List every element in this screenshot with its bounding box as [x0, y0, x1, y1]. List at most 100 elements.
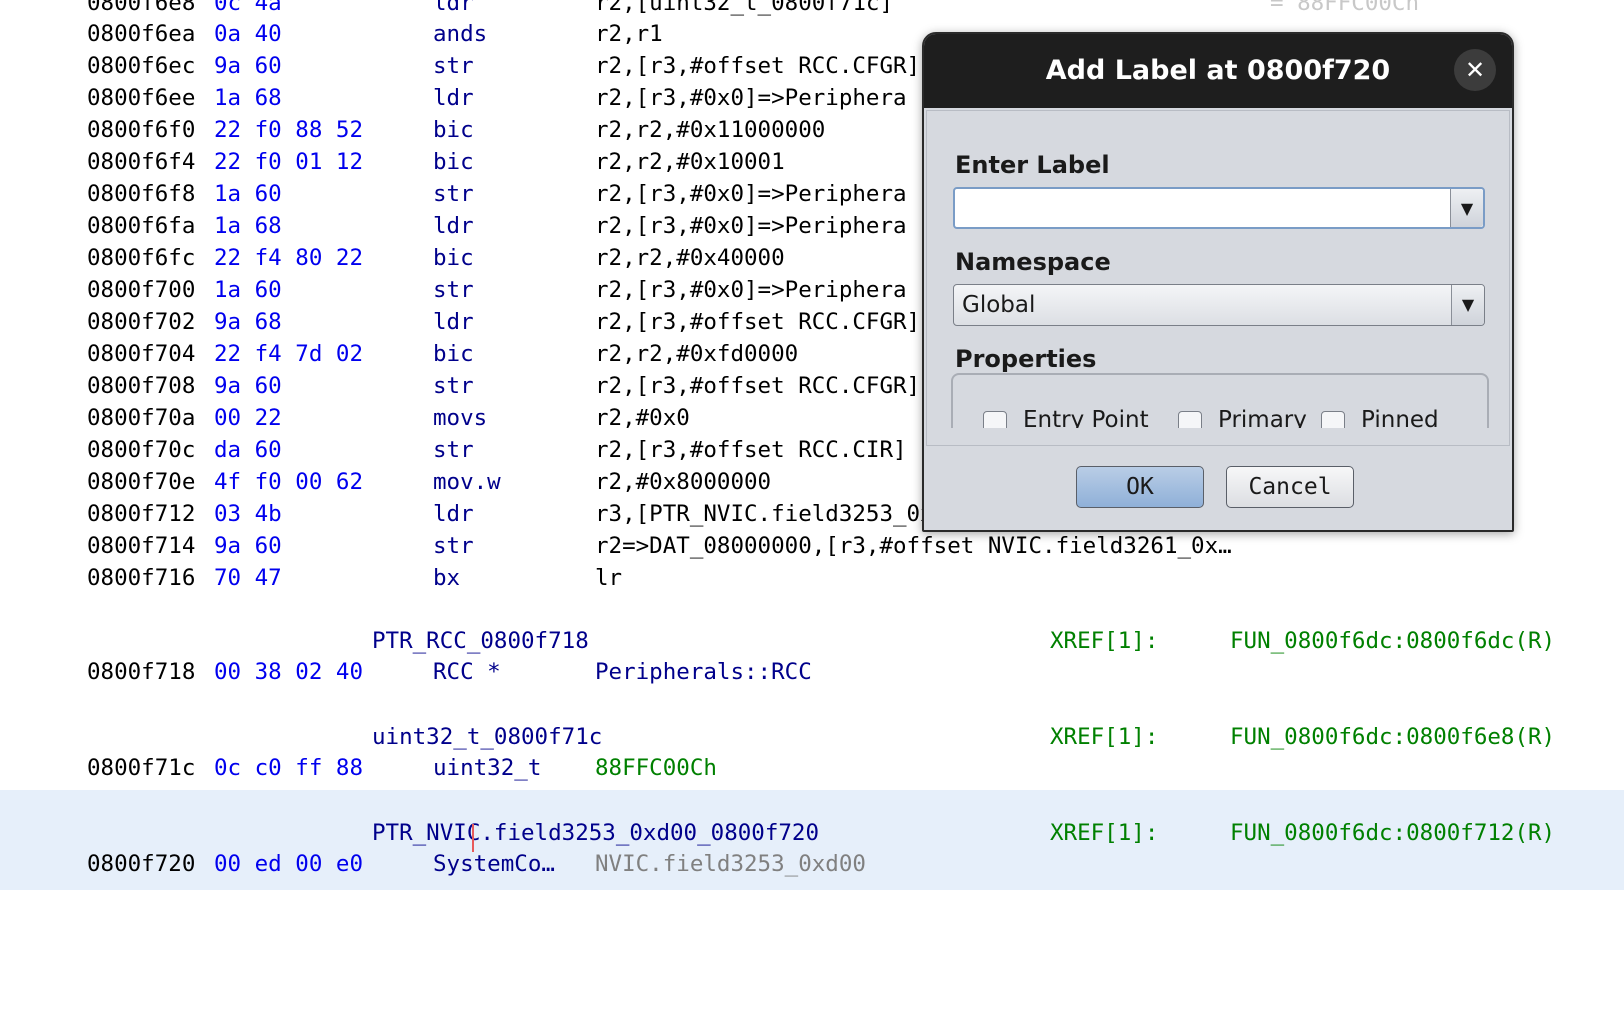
row-bytes: 1a 68 [214, 213, 282, 239]
checkbox-label: Entry Point [1023, 407, 1149, 428]
row-address: 0800f70a [87, 405, 196, 431]
row-address: 0800f714 [87, 533, 196, 559]
row-operands: lr [595, 565, 623, 591]
listing-row-partial[interactable]: 0800f6e8 0c 4a ldr r2,[uint32_t_0800f71c… [0, 0, 1624, 19]
row-address: 0800f6f4 [87, 149, 196, 175]
namespace-select[interactable]: Global ▼ [953, 284, 1485, 326]
row-bytes: 00 38 02 40 [214, 659, 364, 685]
dialog-title: Add Label at 0800f720 [1045, 55, 1391, 86]
chevron-down-icon[interactable]: ▼ [1451, 285, 1484, 325]
cancel-button[interactable]: Cancel [1226, 466, 1354, 508]
row-mnemonic: ldr [433, 0, 474, 16]
row-bytes: 00 ed 00 e0 [214, 851, 364, 877]
checkbox-box[interactable] [1321, 411, 1345, 428]
row-bytes: 22 f4 7d 02 [214, 341, 364, 367]
text-cursor [472, 824, 474, 852]
ok-button[interactable]: OK [1076, 466, 1204, 508]
row-operands: r2,[r3,#offset RCC.CFGR] [595, 373, 921, 399]
row-operands: r2,[r3,#offset RCC.CIR] [595, 437, 907, 463]
xref-target[interactable]: FUN_0800f6dc:0800f6dc(R) [1230, 626, 1555, 657]
data-row[interactable]: 0800f720 00 ed 00 e0 SystemCo… NVIC.fiel… [0, 849, 1624, 880]
row-mnemonic: str [433, 277, 474, 303]
row-address: 0800f716 [87, 565, 196, 591]
row-operands: r2,[r3,#0x0]=>Periphera [595, 85, 907, 111]
row-address: 0800f6fc [87, 245, 196, 271]
row-address: 0800f720 [87, 851, 196, 877]
row-bytes: 9a 60 [214, 373, 282, 399]
row-address: 0800f700 [87, 277, 196, 303]
close-icon[interactable]: ✕ [1454, 49, 1496, 91]
row-operands: r2,r2,#0x10001 [595, 149, 785, 175]
row-operands: r2,[r3,#offset RCC.CFGR] [595, 309, 921, 335]
row-operands: r2,r2,#0xfd0000 [595, 341, 799, 367]
data-label[interactable]: uint32_t_0800f71c [372, 722, 602, 753]
dialog-content: Enter Label ▼ Namespace Global ▼ Propert… [926, 110, 1510, 446]
row-mnemonic: ands [433, 21, 488, 47]
enter-label-heading: Enter Label [955, 151, 1110, 179]
row-mnemonic: str [433, 533, 474, 559]
dialog-titlebar[interactable]: Add Label at 0800f720 ✕ [924, 34, 1512, 108]
row-bytes: 70 47 [214, 565, 282, 591]
row-mnemonic: ldr [433, 309, 474, 335]
row-bytes: 9a 68 [214, 309, 282, 335]
row-mnemonic: bic [433, 245, 474, 271]
row-mnemonic: mov.w [433, 469, 501, 495]
row-mnemonic: str [433, 373, 474, 399]
row-address: 0800f6e8 [87, 0, 196, 16]
checkbox-box[interactable] [983, 411, 1007, 428]
row-operands: r2,#0x8000000 [595, 469, 772, 495]
checkbox-box[interactable] [1178, 411, 1202, 428]
row-operands: r2=>DAT_08000000,[r3,#offset NVIC.field3… [595, 533, 1232, 559]
label-combo-input[interactable]: ▼ [953, 187, 1485, 229]
checkbox-label: Primary [1218, 407, 1307, 428]
row-mnemonic: bx [433, 565, 461, 591]
data-row[interactable]: 0800f718 00 38 02 40 RCC * Peripherals::… [0, 657, 1624, 688]
row-bytes: 1a 60 [214, 277, 282, 303]
row-comment: = 88FFC00Ch [1270, 0, 1420, 16]
row-bytes: 9a 60 [214, 53, 282, 79]
row-address: 0800f6ec [87, 53, 196, 79]
row-operands: r2,[r3,#offset RCC.CFGR] [595, 53, 921, 79]
row-address: 0800f70e [87, 469, 196, 495]
row-operands: r2,r1 [595, 21, 663, 47]
row-operands: r2,[r3,#0x0]=>Periphera [595, 213, 907, 239]
row-bytes: 0c c0 ff 88 [214, 755, 364, 781]
listing-row[interactable]: 0800f716 70 47 bx lr [0, 563, 1624, 594]
label-row-selected[interactable]: PTR_NVIC.field3253_0xd00_0800f720 XREF[1… [0, 818, 1624, 849]
xref-target[interactable]: FUN_0800f6dc:0800f712(R) [1230, 818, 1555, 849]
row-address: 0800f6ea [87, 21, 196, 47]
row-address: 0800f70c [87, 437, 196, 463]
row-mnemonic: ldr [433, 213, 474, 239]
checkbox-label: Pinned [1361, 407, 1439, 428]
label-row[interactable]: uint32_t_0800f71c XREF[1]: FUN_0800f6dc:… [0, 722, 1624, 753]
row-mnemonic: ldr [433, 85, 474, 111]
xref-label: XREF[1]: [1050, 820, 1159, 846]
xref-target[interactable]: FUN_0800f6dc:0800f6e8(R) [1230, 722, 1555, 753]
row-mnemonic: bic [433, 117, 474, 143]
ok-label: OK [1126, 474, 1154, 500]
data-row[interactable]: 0800f71c 0c c0 ff 88 uint32_t 88FFC00Ch [0, 753, 1624, 784]
data-value[interactable]: Peripherals::RCC [595, 657, 812, 688]
namespace-value: Global [962, 292, 1036, 318]
data-type: SystemCo… [433, 851, 555, 877]
row-bytes: 1a 68 [214, 85, 282, 111]
label-row[interactable]: PTR_RCC_0800f718 XREF[1]: FUN_0800f6dc:0… [0, 626, 1624, 657]
chevron-down-icon[interactable]: ▼ [1450, 189, 1483, 227]
row-address: 0800f704 [87, 341, 196, 367]
row-address: 0800f712 [87, 501, 196, 527]
row-address: 0800f71c [87, 755, 196, 781]
row-operands: r2,[uint32_t_0800f71c] [595, 0, 894, 16]
data-label[interactable]: PTR_NVIC.field3253_0xd00_0800f720 [372, 818, 819, 849]
row-bytes: 00 22 [214, 405, 282, 431]
row-bytes: 9a 60 [214, 533, 282, 559]
row-bytes: da 60 [214, 437, 282, 463]
row-bytes: 1a 60 [214, 181, 282, 207]
row-address: 0800f6f8 [87, 181, 196, 207]
listing-row[interactable]: 0800f714 9a 60 str r2=>DAT_08000000,[r3,#of… [0, 531, 1624, 562]
data-type: RCC * [433, 659, 501, 685]
row-mnemonic: bic [433, 149, 474, 175]
data-label[interactable]: PTR_RCC_0800f718 [372, 626, 589, 657]
row-mnemonic: movs [433, 405, 488, 431]
row-address: 0800f6ee [87, 85, 196, 111]
cancel-label: Cancel [1248, 474, 1332, 500]
